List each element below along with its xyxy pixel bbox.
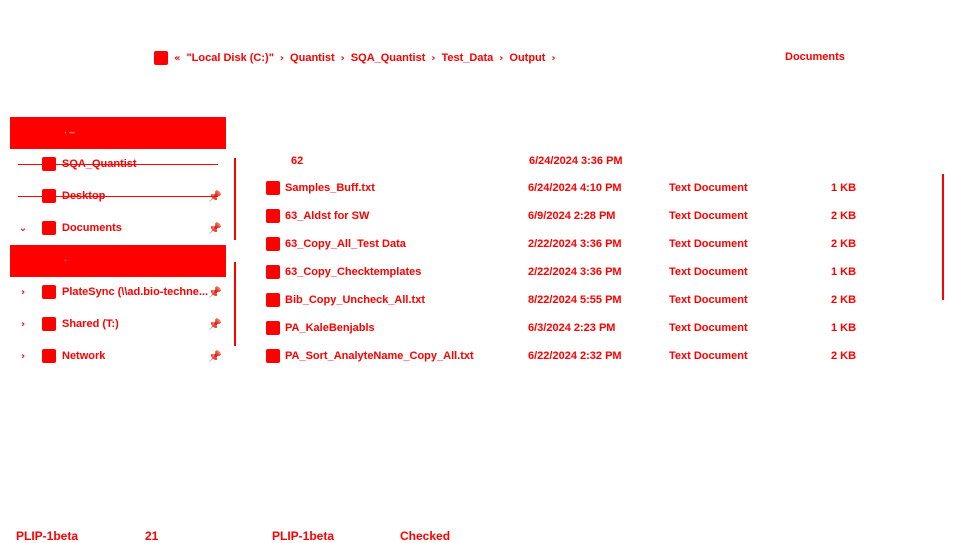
file-name[interactable]: 63_Copy_Checktemplates: [285, 266, 421, 278]
nav-header-band: · –: [10, 117, 226, 149]
pin-icon[interactable]: 📌: [208, 286, 222, 299]
file-type: Text Document: [669, 294, 748, 306]
search-box[interactable]: Documents: [785, 51, 845, 63]
text-file-icon: [266, 321, 280, 335]
file-name[interactable]: 63_Copy_All_Test Data: [285, 238, 406, 250]
nav-item-label: Network: [62, 350, 106, 362]
file-type: Text Document: [669, 238, 748, 250]
breadcrumb-sqa-quantist[interactable]: SQA_Quantist: [351, 52, 426, 64]
status-text: PLIP-1beta: [272, 529, 335, 543]
file-name[interactable]: Samples_Buff.txt: [285, 182, 375, 194]
file-size: 1 KB: [831, 266, 857, 278]
file-row[interactable]: 63_Aldst for SW 6/9/2024 2:28 PM Text Do…: [264, 205, 864, 227]
nav-section-band: ·: [10, 245, 226, 277]
breadcrumb-quantist[interactable]: Quantist: [290, 52, 335, 64]
file-date: 6/22/2024 2:32 PM: [528, 350, 622, 362]
text-file-icon: [266, 181, 280, 195]
file-date: 2/22/2024 3:36 PM: [528, 266, 622, 278]
nav-item-network[interactable]: › Network 📌: [14, 344, 226, 368]
file-size: 1 KB: [831, 182, 857, 194]
file-size: 1 KB: [831, 322, 857, 334]
drive-icon: [42, 317, 56, 331]
nav-item-documents[interactable]: ⌄ Documents 📌: [14, 216, 226, 240]
breadcrumb-output[interactable]: Output: [509, 52, 545, 64]
vertical-scrollbar[interactable]: [942, 174, 944, 300]
file-size: 2 KB: [831, 210, 857, 222]
file-row[interactable]: PA_Sort_AnalyteName_Copy_All.txt 6/22/20…: [264, 345, 864, 367]
network-drive-icon: [42, 285, 56, 299]
file-row[interactable]: 63_Copy_All_Test Data 2/22/2024 3:36 PM …: [264, 233, 864, 255]
file-row-partial-name[interactable]: 62: [291, 155, 303, 167]
nav-item-underline: [18, 196, 218, 197]
text-file-icon: [266, 293, 280, 307]
file-name[interactable]: 63_Aldst for SW: [285, 210, 369, 222]
file-type: Text Document: [669, 182, 748, 194]
nav-item-label: Shared (T:): [62, 318, 119, 330]
pin-icon[interactable]: 📌: [208, 350, 222, 363]
folder-icon: [154, 51, 168, 65]
file-date: 2/22/2024 3:36 PM: [528, 238, 622, 250]
chevron-right-icon[interactable]: ›: [551, 53, 555, 64]
status-text: Checked: [400, 529, 451, 543]
breadcrumb-local-disk[interactable]: "Local Disk (C:)": [186, 52, 273, 64]
text-file-icon: [266, 209, 280, 223]
file-type: Text Document: [669, 210, 748, 222]
breadcrumb-test-data[interactable]: Test_Data: [442, 52, 494, 64]
file-type: Text Document: [669, 322, 748, 334]
file-name[interactable]: PA_KaleBenjabls: [285, 322, 375, 334]
file-row[interactable]: Samples_Buff.txt 6/24/2024 4:10 PM Text …: [264, 177, 864, 199]
file-date: 6/9/2024 2:28 PM: [528, 210, 616, 222]
nav-item-label: PlateSync (\\ad.bio-techne...: [62, 286, 209, 298]
network-icon: [42, 349, 56, 363]
nav-item-label: Documents: [62, 222, 122, 234]
nav-item-platesync[interactable]: › PlateSync (\\ad.bio-techne... 📌: [14, 280, 226, 304]
file-type: Text Document: [669, 266, 748, 278]
file-size: 2 KB: [831, 238, 857, 250]
chevron-right-icon[interactable]: ›: [14, 351, 32, 362]
file-size: 2 KB: [831, 350, 857, 362]
file-name[interactable]: Bib_Copy_Uncheck_All.txt: [285, 294, 425, 306]
nav-divider: [234, 158, 236, 240]
nav-item-underline: [18, 164, 218, 165]
pin-icon[interactable]: 📌: [208, 318, 222, 331]
chevron-right-icon: ›: [279, 52, 285, 64]
text-file-icon: [266, 237, 280, 251]
status-text: PLIP-1beta: [16, 529, 79, 543]
nav-divider: [234, 262, 236, 346]
file-type: Text Document: [669, 350, 748, 362]
file-row[interactable]: Bib_Copy_Uncheck_All.txt 8/22/2024 5:55 …: [264, 289, 864, 311]
status-text: 21: [145, 529, 159, 543]
chevron-down-icon[interactable]: ⌄: [14, 223, 32, 234]
file-row[interactable]: 63_Copy_Checktemplates 2/22/2024 3:36 PM…: [264, 261, 864, 283]
chevron-right-icon: ›: [499, 52, 504, 64]
file-date: 6/24/2024 4:10 PM: [528, 182, 622, 194]
documents-icon: [42, 221, 56, 235]
file-date: 8/22/2024 5:55 PM: [528, 294, 622, 306]
file-size: 2 KB: [831, 294, 857, 306]
chevron-right-icon: ›: [340, 52, 345, 64]
pin-icon[interactable]: 📌: [208, 222, 222, 235]
file-row[interactable]: PA_KaleBenjabls 6/3/2024 2:23 PM Text Do…: [264, 317, 864, 339]
nav-item-shared[interactable]: › Shared (T:) 📌: [14, 312, 226, 336]
chevron-right-icon[interactable]: ›: [14, 319, 32, 330]
chevron-right-icon[interactable]: ›: [14, 287, 32, 298]
file-row-partial-date: 6/24/2024 3:36 PM: [529, 155, 623, 167]
chevron-right-icon: ›: [431, 52, 436, 64]
text-file-icon: [266, 265, 280, 279]
back-chevron-icon[interactable]: «: [174, 53, 180, 64]
text-file-icon: [266, 349, 280, 363]
file-date: 6/3/2024 2:23 PM: [528, 322, 616, 334]
address-bar[interactable]: « "Local Disk (C:)" › Quantist › SQA_Qua…: [154, 49, 556, 67]
file-name[interactable]: PA_Sort_AnalyteName_Copy_All.txt: [285, 350, 474, 362]
